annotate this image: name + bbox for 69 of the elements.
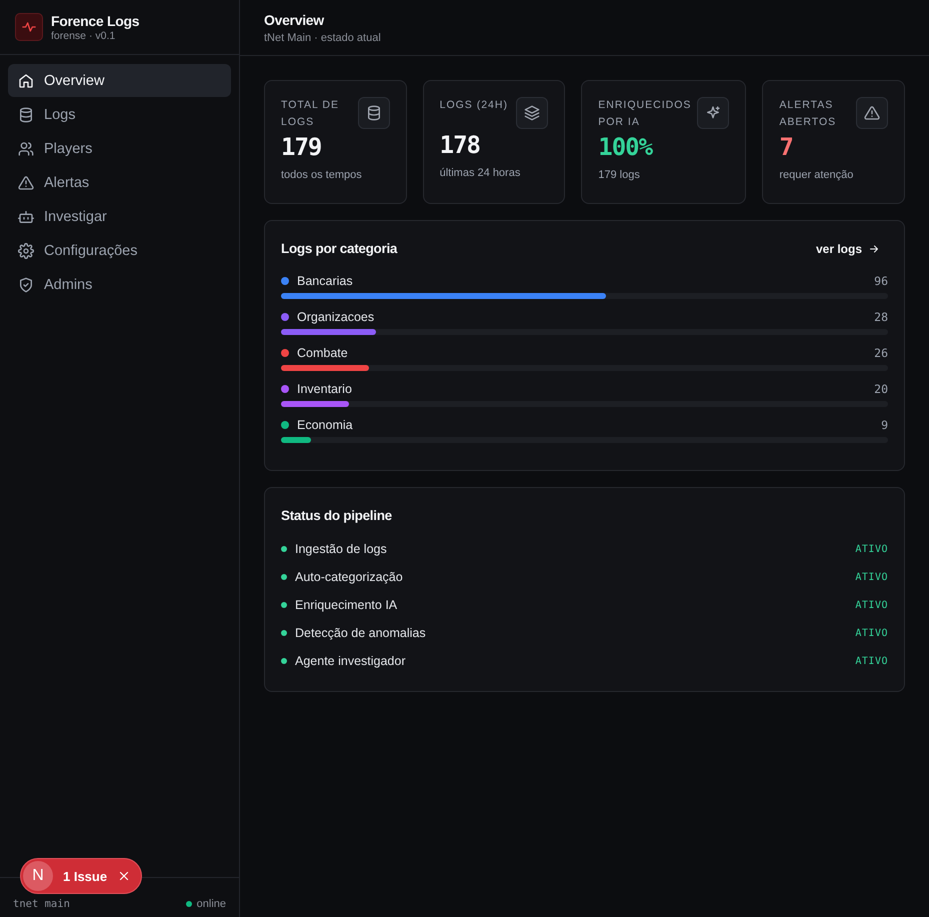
category-name: Bancarias xyxy=(297,274,354,288)
status-dot xyxy=(281,630,287,636)
server-name: tnet main xyxy=(13,898,70,910)
warning-icon xyxy=(18,174,34,190)
stat-note: últimas 24 horas xyxy=(440,166,522,181)
category-count: 9 xyxy=(881,418,888,432)
warning-icon xyxy=(864,105,880,121)
page-subtitle: tNet Main · estado atual xyxy=(264,32,382,44)
view-logs-link[interactable]: ver logs xyxy=(816,242,880,256)
arrow-icon xyxy=(868,242,880,254)
category-name: Organizacoes xyxy=(297,310,376,324)
category-name: Economia xyxy=(297,418,354,432)
status-label: ATIVO xyxy=(855,628,888,638)
category-count: 28 xyxy=(874,310,888,324)
status-dot xyxy=(281,602,287,608)
logo-icon xyxy=(15,13,43,41)
status-dot xyxy=(281,574,287,580)
database-icon xyxy=(366,105,382,121)
badge-logo: N xyxy=(23,861,53,891)
stat-value: 7 xyxy=(779,133,794,161)
issue-badge[interactable]: N 1 Issue xyxy=(20,858,142,894)
panel-title: Status do pipeline xyxy=(281,508,392,523)
category-count: 20 xyxy=(874,382,888,396)
users-icon xyxy=(18,140,34,156)
stat-label: LOGS (24H) xyxy=(440,98,509,113)
nav-item[interactable]: Investigar xyxy=(8,200,231,233)
nav-item[interactable]: Admins xyxy=(8,268,231,301)
nav-item[interactable]: Logs xyxy=(8,98,231,131)
status-dot xyxy=(186,900,192,906)
status-text: online xyxy=(196,898,226,910)
category-name: Combate xyxy=(297,346,349,360)
stat-label: ALERTAS ABERTOS xyxy=(779,98,838,130)
panel-title: Logs por categoria xyxy=(281,241,398,256)
nav-item[interactable]: Alertas xyxy=(8,166,231,199)
stat-label: TOTAL DE LOGS xyxy=(281,98,340,130)
stat-note: todos os tempos xyxy=(281,168,363,183)
page-title: Overview xyxy=(264,12,326,28)
settings-icon xyxy=(18,242,34,258)
status-label: ATIVO xyxy=(855,544,888,554)
nav-item[interactable]: Configurações xyxy=(8,234,231,267)
category-count: 96 xyxy=(874,274,888,288)
app-title: Forence Logs xyxy=(51,12,140,28)
pipeline-stage: Agente investigador xyxy=(295,654,406,668)
app-version: forense · v0.1 xyxy=(51,30,116,42)
home-icon xyxy=(18,72,34,88)
status-label: ATIVO xyxy=(855,656,888,666)
nav-item[interactable]: Players xyxy=(8,132,231,165)
status-label: ATIVO xyxy=(855,600,888,610)
shield-icon xyxy=(18,276,34,292)
pipeline-stage: Enriquecimento IA xyxy=(295,598,398,612)
stat-label: ENRIQUECIDOS POR IA xyxy=(598,98,692,130)
database-icon xyxy=(18,106,34,122)
status-dot xyxy=(281,658,287,664)
sparkle-icon xyxy=(705,105,722,121)
stat-value: 100% xyxy=(598,133,654,161)
stat-value: 178 xyxy=(440,131,481,159)
category-count: 26 xyxy=(874,346,888,360)
pipeline-stage: Ingestão de logs xyxy=(295,542,388,556)
category-name: Inventario xyxy=(297,382,353,396)
layers-icon xyxy=(524,105,540,121)
pipeline-stage: Detecção de anomalias xyxy=(295,626,427,640)
pipeline-stage: Auto-categorização xyxy=(295,570,404,584)
stat-note: requer atenção xyxy=(779,168,854,183)
stat-value: 179 xyxy=(281,133,322,161)
status-dot xyxy=(281,546,287,552)
robot-icon xyxy=(18,208,34,224)
status-label: ATIVO xyxy=(855,572,888,582)
stat-note: 179 logs xyxy=(598,168,641,183)
nav-item[interactable]: Overview xyxy=(8,64,231,97)
